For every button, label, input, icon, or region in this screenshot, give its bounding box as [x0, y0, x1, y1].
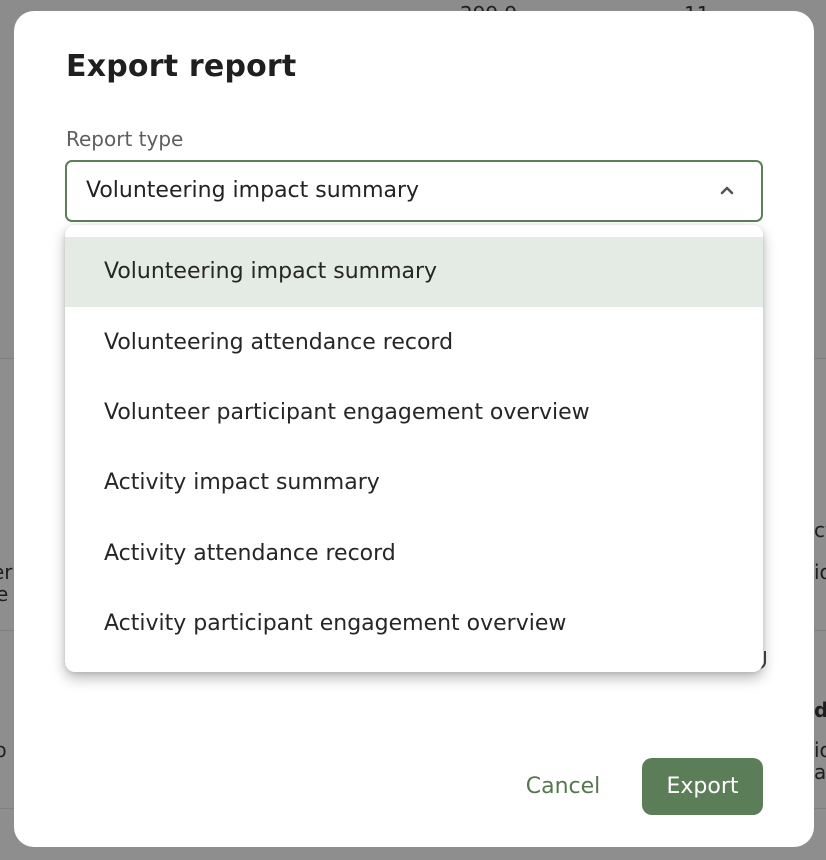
chevron-up-icon — [719, 184, 735, 196]
background-text: er — [0, 560, 13, 584]
cancel-button[interactable]: Cancel — [506, 758, 620, 814]
background-text: ct — [814, 518, 826, 542]
background-text: e — [0, 582, 9, 606]
report-type-label: Report type — [66, 127, 184, 151]
dialog-title: Export report — [66, 49, 297, 84]
background-text: d — [814, 698, 826, 722]
option-activity-impact-summary[interactable]: Activity impact summary — [65, 448, 763, 518]
chevron-up-icon-svg — [720, 186, 734, 195]
report-type-dropdown: Volunteering impact summary Volunteering… — [65, 225, 763, 672]
background-text: at — [814, 760, 826, 784]
background-text: io — [814, 560, 826, 584]
export-button[interactable]: Export — [642, 758, 763, 815]
report-type-select[interactable]: Volunteering impact summary — [65, 160, 763, 222]
background-text: p — [0, 738, 7, 762]
background-text: io — [814, 738, 826, 762]
option-activity-participant-engagement-overview[interactable]: Activity participant engagement overview — [65, 589, 763, 659]
option-volunteering-attendance-record[interactable]: Volunteering attendance record — [65, 308, 763, 378]
report-type-selected-value: Volunteering impact summary — [86, 178, 420, 203]
option-volunteer-participant-engagement-overview[interactable]: Volunteer participant engagement overvie… — [65, 378, 763, 448]
option-activity-attendance-record[interactable]: Activity attendance record — [65, 519, 763, 589]
option-volunteering-impact-summary[interactable]: Volunteering impact summary — [65, 237, 763, 307]
